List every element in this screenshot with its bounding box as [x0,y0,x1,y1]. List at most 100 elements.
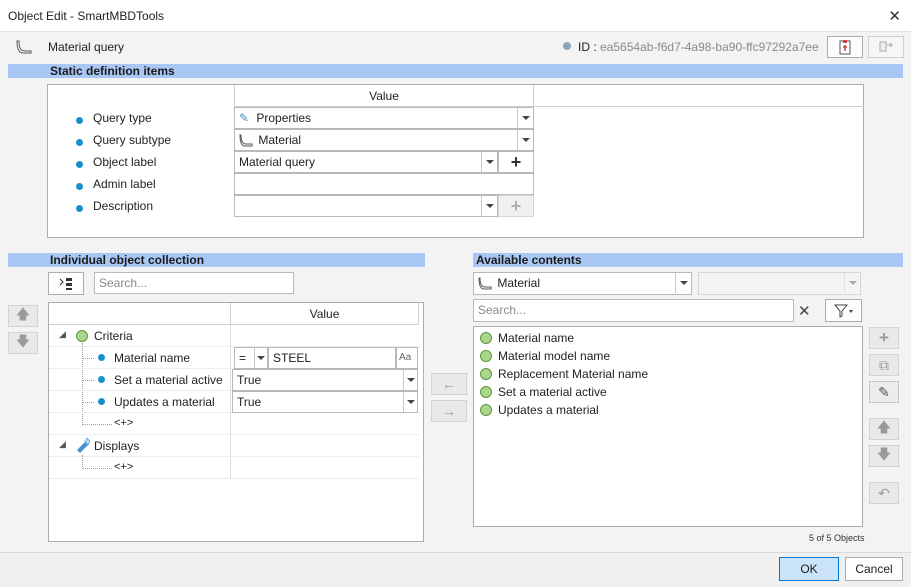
add-item-button[interactable]: + [869,327,899,349]
collapse-icon[interactable]: ◢ [59,439,66,450]
set-active-select[interactable]: True [232,369,418,391]
displays-add-row[interactable]: <+> [49,457,419,479]
list-item[interactable]: Set a material active [480,383,607,401]
criteria-row-updates[interactable]: Updates a material True [49,391,419,413]
property-icon [480,350,492,362]
copy-item-button[interactable]: ⧉ [869,354,899,376]
operator-select[interactable]: = [234,347,268,369]
updates-select[interactable]: True [232,391,418,413]
case-sensitive-toggle[interactable]: Aa [396,347,418,369]
copy-object-button[interactable] [868,36,904,58]
move-up-button[interactable]: 🡅 [8,305,38,327]
criteria-add-placeholder[interactable]: <+> [114,417,133,429]
required-dot [98,354,105,361]
move-item-up-button[interactable]: 🡅 [869,418,899,440]
pencil-icon: ✎ [878,383,890,400]
properties-icon: ✎ [239,111,250,125]
window-title: Object Edit - SmartMBDTools [8,9,165,23]
query-type-value: Properties [256,111,312,125]
subcategory-select[interactable] [698,272,861,295]
query-type-select[interactable]: ✎ Properties [234,107,534,129]
filter-icon [833,304,853,318]
filter-button[interactable] [825,299,862,322]
close-icon[interactable]: ✕ [888,7,901,25]
description-input[interactable] [234,195,498,217]
displays-icon [75,437,91,456]
object-count: 5 of 5 Objects [809,533,865,543]
query-subtype-select[interactable]: Material [234,129,534,151]
displays-add-placeholder[interactable]: <+> [114,461,133,473]
object-label-input[interactable]: Material query [234,151,498,173]
material-name-label: Material name [114,351,191,365]
undo-button[interactable]: ↶ [869,482,899,504]
list-item[interactable]: Material name [480,329,574,347]
list-item-label: Replacement Material name [498,367,649,381]
tree-value-header: Value [230,303,419,325]
chevron-down-icon [517,130,533,150]
list-item[interactable]: Replacement Material name [480,365,648,383]
displays-node[interactable]: ◢ Displays [49,435,419,457]
list-item-label: Updates a material [498,403,599,417]
criteria-label: Criteria [94,329,133,343]
chevron-down-icon [403,392,417,412]
required-dot [76,161,83,168]
ok-button[interactable]: OK [779,557,839,581]
expand-tree-button[interactable] [48,272,84,295]
required-dot [98,398,105,405]
arrow-down-icon: 🡇 [876,446,892,462]
clipboard-icon [839,40,851,55]
arrow-right-icon: → [442,403,456,419]
chevron-down-icon [481,152,497,172]
criteria-add-row[interactable]: <+> [49,413,419,435]
collection-search-input[interactable]: Search... [94,272,294,294]
copy-icon: ⧉ [879,356,889,373]
material-name-value: STEEL [273,351,312,365]
object-title: Material query [48,40,125,54]
add-to-collection-button[interactable]: ← [431,373,467,395]
dialog-footer [0,552,911,587]
criteria-row-set-active[interactable]: Set a material active True [49,369,419,391]
list-item[interactable]: Updates a material [480,401,599,419]
admin-label-input[interactable] [234,173,534,195]
cancel-button[interactable]: Cancel [845,557,903,581]
available-search-input[interactable]: Search... [473,299,794,322]
category-select[interactable]: Material [473,272,692,295]
copy-object-icon [879,41,894,52]
set-active-label: Set a material active [114,373,223,387]
criteria-icon [76,330,88,342]
list-item[interactable]: Material model name [480,347,610,365]
collapse-icon[interactable]: ◢ [59,329,66,340]
material-icon [478,277,492,290]
tree-name-header [49,303,230,325]
add-description-button[interactable]: + [498,195,534,217]
id-status-dot [563,42,571,50]
header-filler [534,85,864,107]
criteria-row-material-name[interactable]: Material name = STEEL Aa [49,347,419,369]
remove-from-collection-button[interactable]: → [431,400,467,422]
plus-icon: + [879,328,889,347]
chevron-down-icon [254,348,267,368]
arrow-down-icon: 🡇 [15,333,31,349]
value-column-header: Value [234,85,534,107]
material-name-value-input[interactable]: STEEL [268,347,396,369]
arrow-up-icon: 🡅 [876,419,892,435]
edit-item-button[interactable]: ✎ [869,381,899,403]
property-icon [480,368,492,380]
add-object-label-button[interactable]: + [498,151,534,173]
move-item-down-button[interactable]: 🡇 [869,445,899,467]
material-icon [239,134,253,147]
category-value: Material [497,276,541,290]
query-type-label: Query type [93,111,152,125]
chevron-down-icon [481,196,497,216]
static-definition-panel: Value Query type ✎ Properties Query subt… [47,84,864,238]
required-dot [76,117,83,124]
list-item-label: Material name [498,331,575,345]
criteria-node[interactable]: ◢ Criteria [49,325,419,347]
clear-search-icon[interactable]: ✕ [798,302,811,320]
move-down-button[interactable]: 🡇 [8,332,38,354]
clipboard-button[interactable] [827,36,863,58]
list-item-label: Set a material active [498,385,607,399]
updates-value: True [237,395,262,409]
collection-tree: Value ◢ Criteria Material name = STEEL A… [48,302,424,542]
id-label: ID : [578,40,597,54]
